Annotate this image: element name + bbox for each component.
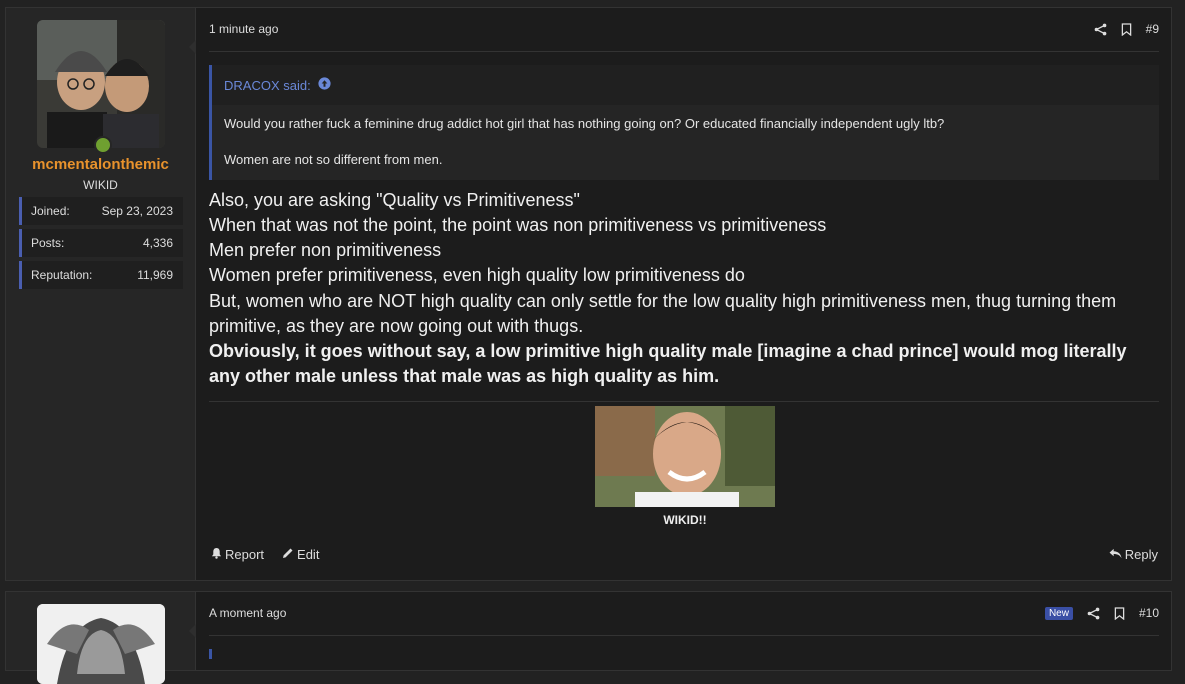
post-actions: Report Edit — [211, 547, 319, 562]
quote-author: DRACOX said: — [224, 77, 311, 93]
post-text-bold-line: Obviously, it goes without say, a low pr… — [209, 341, 1127, 361]
image-caption: WIKID!! — [663, 513, 707, 527]
edit-label: Edit — [297, 547, 320, 562]
post-number[interactable]: #10 — [1139, 606, 1159, 620]
reply-icon — [1109, 547, 1122, 562]
quote-author-link[interactable]: DRACOX said: — [224, 77, 331, 93]
post-text-bold-line: any other male unless that male was as h… — [209, 366, 720, 386]
quote-block — [209, 649, 212, 659]
reply-label: Reply — [1124, 547, 1158, 562]
online-status-indicator — [94, 136, 112, 154]
post-9: mcmentalonthemic WIKID Joined: Sep 23, 2… — [5, 7, 1172, 581]
quote-text: Women are not so different from men. — [224, 152, 443, 167]
stat-key: Reputation: — [31, 268, 93, 282]
post-time[interactable]: A moment ago — [209, 606, 286, 620]
stat-value[interactable]: 4,336 — [143, 236, 173, 250]
divider — [209, 51, 1159, 52]
bookmark-icon[interactable] — [1114, 606, 1125, 620]
share-icon[interactable] — [1087, 607, 1100, 620]
post-number[interactable]: #9 — [1146, 22, 1159, 36]
post-content: 1 minute ago #9 DRACOX said: Would you r… — [196, 8, 1171, 580]
divider — [209, 635, 1159, 636]
post-image[interactable] — [595, 406, 775, 507]
pencil-icon — [282, 547, 294, 562]
quote-header: DRACOX said: — [212, 65, 1159, 105]
post-10: A moment ago New #10 — [5, 591, 1172, 684]
post-text-line: Men prefer non primitiveness — [209, 240, 442, 260]
post-text-line: primitive, as they are now going out wit… — [209, 316, 584, 336]
post-content: A moment ago New #10 — [196, 592, 1171, 670]
bookmark-icon[interactable] — [1121, 22, 1132, 36]
stat-posts: Posts: 4,336 — [19, 229, 183, 257]
new-badge: New — [1044, 606, 1073, 620]
post-text-line: Also, you are asking "Quality vs Primiti… — [209, 190, 580, 210]
quote-text: Would you rather fuck a feminine drug ad… — [224, 116, 945, 131]
share-icon[interactable] — [1094, 23, 1107, 36]
username[interactable]: mcmentalonthemic — [6, 156, 195, 173]
avatar[interactable] — [37, 604, 165, 684]
post-header-actions: #9 — [1094, 20, 1159, 38]
stat-value: Sep 23, 2023 — [101, 204, 173, 218]
edit-button[interactable]: Edit — [282, 547, 319, 562]
bell-icon — [211, 547, 222, 562]
arrow-up-circle-icon[interactable] — [318, 77, 331, 93]
quote-block: DRACOX said: Would you rather fuck a fem… — [209, 65, 1159, 180]
stat-key: Posts: — [31, 236, 65, 250]
stat-value: 11,969 — [137, 268, 173, 282]
reply-button[interactable]: Reply — [1109, 547, 1158, 562]
report-button[interactable]: Report — [211, 547, 264, 562]
stat-reputation: Reputation: 11,969 — [19, 261, 183, 289]
post-time[interactable]: 1 minute ago — [209, 22, 278, 36]
user-cell — [6, 592, 196, 684]
user-cell: mcmentalonthemic WIKID Joined: Sep 23, 2… — [6, 8, 196, 580]
post-text-line: When that was not the point, the point w… — [209, 215, 827, 235]
post-text-line: But, women who are NOT high quality can … — [209, 291, 1117, 311]
stat-joined: Joined: Sep 23, 2023 — [19, 197, 183, 225]
divider — [209, 401, 1159, 402]
avatar[interactable] — [37, 20, 165, 148]
user-title: WIKID — [83, 178, 118, 192]
post-text-line: Women prefer primitiveness, even high qu… — [209, 265, 745, 285]
report-label: Report — [225, 547, 265, 562]
post-header-actions: New #10 — [1044, 604, 1159, 622]
stat-key: Joined: — [31, 204, 70, 218]
